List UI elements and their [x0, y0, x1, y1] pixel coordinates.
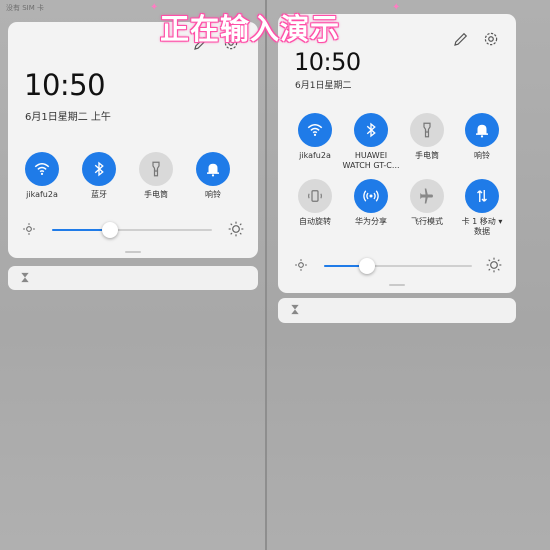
wifi-icon: [298, 113, 332, 147]
bell-icon: [196, 152, 230, 186]
tile-label: 响铃: [474, 151, 490, 160]
tile-label: 手电筒: [144, 190, 168, 199]
tile-huawei-share[interactable]: 华为分享: [339, 179, 403, 227]
tile-label: 华为分享: [355, 217, 387, 226]
tile-label: HUAWEI: [354, 151, 388, 160]
brightness-low-icon: [295, 259, 307, 271]
bluetooth-icon: [82, 152, 116, 186]
quick-settings-panel-expanded: 10:50 6月1日星期二 jikafu2a HUAWEI WATCH GT-C…: [278, 14, 516, 293]
panel-drag-handle[interactable]: [389, 284, 405, 286]
bell-icon: [465, 113, 499, 147]
flashlight-icon: [139, 152, 173, 186]
tile-label: 响铃: [205, 190, 221, 199]
brightness-thumb[interactable]: [358, 258, 375, 274]
right-phone-screen: 10:50 6月1日星期二 jikafu2a HUAWEI WATCH GT-C…: [267, 0, 550, 550]
tile-label-line2: WATCH GT-C...: [342, 161, 400, 170]
brightness-track: [324, 265, 472, 267]
tile-ring[interactable]: 响铃: [450, 113, 514, 161]
tile-label: jikafu2a: [26, 190, 58, 199]
date-text: 6月1日星期二: [295, 81, 352, 91]
tile-bluetooth-device[interactable]: HUAWEI WATCH GT-C...: [339, 113, 403, 171]
clock: 10:50: [294, 48, 361, 76]
wifi-icon: [25, 152, 59, 186]
brightness-fill: [52, 229, 110, 231]
brightness-slider[interactable]: [294, 257, 506, 274]
brightness-high-icon: [228, 221, 244, 237]
tile-mobile-data[interactable]: 卡 1 移动 ▾ 数据: [450, 179, 514, 237]
hourglass-icon: [21, 272, 29, 283]
airplane-icon: [410, 179, 444, 213]
panel-drag-handle[interactable]: [125, 251, 141, 253]
clock: 10:50: [24, 68, 106, 102]
tile-bluetooth[interactable]: 蓝牙: [67, 152, 131, 200]
tile-label: jikafu2a: [299, 151, 331, 160]
brightness-low-icon: [23, 223, 35, 235]
auto-rotate-icon: [298, 179, 332, 213]
tile-label: 卡 1 移动 ▾: [461, 217, 503, 226]
tile-label: 蓝牙: [91, 190, 107, 199]
sparkle-icon: ✦: [150, 2, 159, 13]
bluetooth-icon: [354, 113, 388, 147]
flashlight-icon: [410, 113, 444, 147]
tile-ring[interactable]: 响铃: [181, 152, 245, 200]
tile-wifi[interactable]: jikafu2a: [283, 113, 347, 161]
date-text: 6月1日星期二 上午: [25, 112, 111, 123]
hourglass-icon: [291, 304, 299, 315]
settings-gear-icon[interactable]: [482, 30, 500, 48]
sparkle-icon: ✦: [392, 2, 401, 13]
notification-item[interactable]: [8, 266, 258, 290]
tile-label: 自动旋转: [299, 217, 331, 226]
brightness-high-icon: [486, 257, 502, 273]
quick-settings-panel: 10:50 6月1日星期二 上午 jikafu2a 蓝牙 手电筒 响铃: [8, 22, 258, 258]
tile-flashlight[interactable]: 手电筒: [124, 152, 188, 200]
huawei-share-icon: [354, 179, 388, 213]
overlay-caption: 正在输入演示: [160, 12, 341, 46]
brightness-thumb[interactable]: [101, 222, 118, 238]
mobile-data-icon: [465, 179, 499, 213]
brightness-slider[interactable]: [22, 221, 248, 238]
notification-item[interactable]: [278, 298, 516, 323]
edit-icon[interactable]: [452, 30, 470, 48]
brightness-track: [52, 229, 212, 231]
tile-label-line2: 数据: [474, 227, 490, 236]
left-phone-screen: 没有 SIM 卡 10:50 6月1日星期二 上午 jikafu2a 蓝牙 手电…: [0, 0, 265, 550]
tile-wifi[interactable]: jikafu2a: [10, 152, 74, 200]
status-bar-text: 没有 SIM 卡: [6, 4, 44, 12]
tile-auto-rotate[interactable]: 自动旋转: [283, 179, 347, 227]
